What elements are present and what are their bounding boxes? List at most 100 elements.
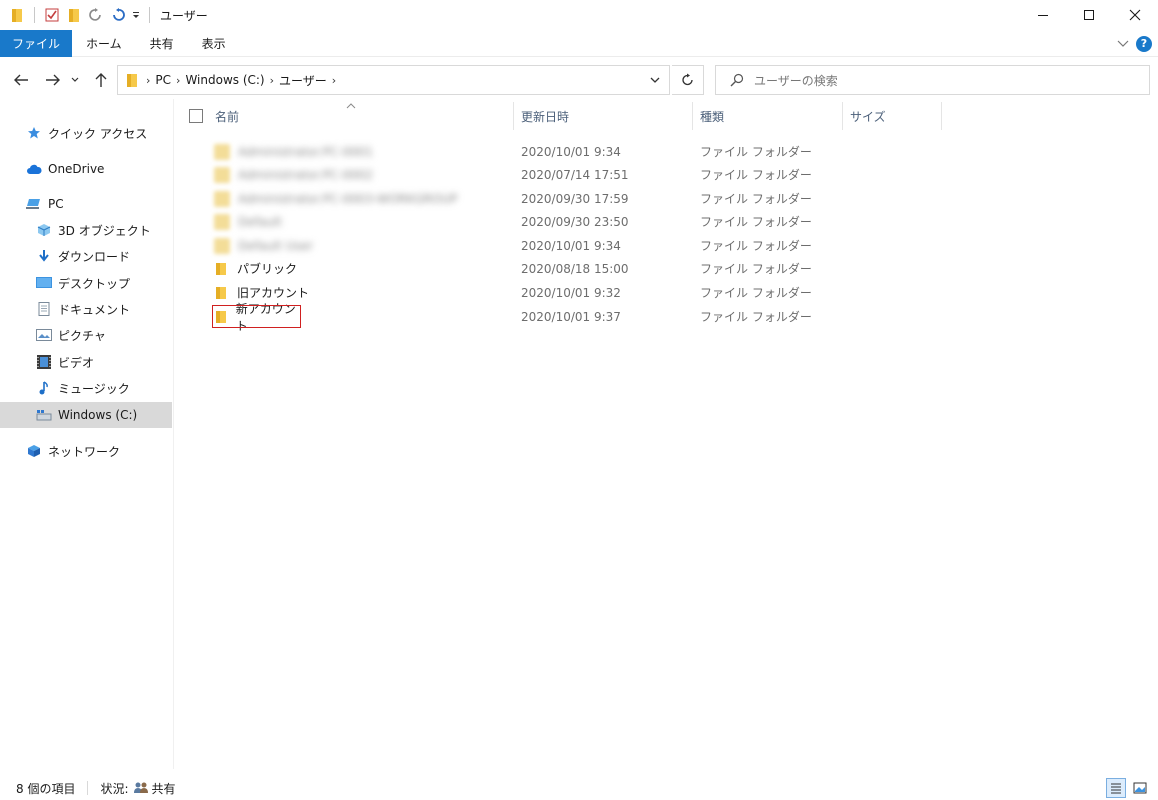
file-name: Administrator.PC-0002 [238,167,373,182]
view-toggle [1106,778,1150,798]
sidebar-item-label: ドキュメント [58,302,131,317]
help-button[interactable]: ? [1136,35,1152,52]
sidebar-item-label: ネットワーク [48,444,121,459]
breadcrumb-pc[interactable]: PC [150,73,176,87]
customize-toolbar-chevron-icon[interactable] [129,4,143,26]
redo-icon[interactable] [85,4,107,26]
tab-view[interactable]: 表示 [188,30,240,57]
breadcrumb-users[interactable]: ユーザー [274,72,332,89]
file-name: Default [238,214,282,229]
file-name: Administrator.PC-0003-WORKGROUP [238,191,458,206]
folder-icon [214,190,230,207]
up-button[interactable] [90,69,112,91]
undo-icon[interactable] [107,4,129,26]
table-row[interactable]: 新アカウント 2020/10/01 9:37 ファイル フォルダー [212,302,832,333]
address-bar[interactable]: › PC › Windows (C:) › ユーザー › [117,65,670,95]
sidebar-item-pictures[interactable]: ピクチャ [36,322,106,348]
column-header-modified[interactable]: 更新日時 [521,99,569,133]
file-name-cell[interactable]: Administrator.PC-0003-WORKGROUP [212,187,457,210]
sidebar-item-desktop[interactable]: デスクトップ [36,270,130,296]
column-header-name[interactable]: 名前 [215,99,239,133]
file-type: ファイル フォルダー [700,286,812,300]
sidebar-item-label: デスクトップ [58,276,131,291]
shared-users-icon [133,781,149,795]
column-header-size[interactable]: サイズ [850,99,886,133]
sidebar-item-videos[interactable]: ビデオ [36,349,94,375]
breadcrumb: › PC › Windows (C:) › ユーザー › [118,66,336,94]
file-name-cell[interactable]: Administrator.PC-0001 [212,140,373,163]
sidebar-item-windows-c[interactable]: Windows (C:) [0,402,172,428]
status-bar: 8 個の項目 状況: 共有 [0,776,1158,800]
sort-ascending-chevron-icon [346,99,356,109]
properties-check-icon[interactable] [41,4,63,26]
status-divider [87,781,89,795]
table-row[interactable]: Administrator.PC-0001 2020/10/01 9:34 ファ… [212,140,832,163]
file-name-cell[interactable]: Administrator.PC-0002 [212,163,373,186]
table-row[interactable]: Administrator.PC-0002 2020/07/14 17:51 フ… [212,163,832,186]
file-date: 2020/10/01 9:34 [521,238,621,253]
tab-share[interactable]: 共有 [136,30,188,57]
sidebar-item-pc[interactable]: PC [26,191,64,217]
file-name-cell[interactable]: Default [212,210,282,233]
address-dropdown-chevron-icon[interactable] [649,74,661,86]
minimize-button[interactable] [1020,0,1066,30]
refresh-button[interactable] [672,65,704,95]
tab-file[interactable]: ファイル [0,29,73,57]
ribbon-tabs: ファイル ホーム 共有 表示 ? [0,29,1158,57]
table-row[interactable]: パブリック 2020/08/18 15:00 ファイル フォルダー [212,257,832,280]
expand-ribbon-chevron-icon[interactable] [1116,37,1130,51]
column-divider[interactable] [842,102,843,130]
recent-locations-chevron-icon[interactable] [68,69,82,91]
table-row[interactable]: Default 2020/09/30 23:50 ファイル フォルダー [212,210,832,233]
sidebar-item-3d-objects[interactable]: 3D オブジェクト [36,217,151,243]
table-row[interactable]: Default User 2020/10/01 9:34 ファイル フォルダー [212,234,832,257]
folder-icon [214,143,230,160]
sidebar-item-network[interactable]: ネットワーク [26,438,120,464]
sidebar-item-label: ピクチャ [58,328,106,343]
file-name-cell[interactable]: 新アカウント [212,302,301,333]
file-type: ファイル フォルダー [700,310,812,324]
highlight-box [212,305,301,328]
desktop-icon [36,275,52,291]
breadcrumb-windows-c[interactable]: Windows (C:) [180,73,269,87]
select-all-checkbox[interactable] [189,109,203,123]
large-icons-view-button[interactable] [1130,778,1150,798]
forward-button[interactable] [42,69,64,91]
sidebar-item-quick-access[interactable]: クイック アクセス [26,120,147,146]
table-row[interactable]: Administrator.PC-0003-WORKGROUP 2020/09/… [212,187,832,210]
details-view-button[interactable] [1106,778,1126,798]
sidebar-item-music[interactable]: ミュージック [36,375,130,401]
file-date: 2020/10/01 9:32 [521,285,621,300]
search-box[interactable]: ユーザーの検索 [715,65,1150,95]
file-name-cell[interactable]: Default User [212,234,313,257]
column-header-type[interactable]: 種類 [700,99,724,133]
maximize-button[interactable] [1066,0,1112,30]
navigation-pane: クイック アクセス OneDrive PC 3D オブジェクト ダウンロード デ… [0,99,174,769]
sidebar-item-documents[interactable]: ドキュメント [36,296,130,322]
window-folder-icon[interactable] [6,4,28,26]
table-row[interactable]: 旧アカウント 2020/10/01 9:32 ファイル フォルダー [212,281,832,304]
back-button[interactable] [10,69,32,91]
column-divider[interactable] [692,102,693,130]
folder-icon [215,286,229,300]
share-state-value: 共有 [151,781,176,796]
computer-icon [26,196,42,212]
new-folder-icon[interactable] [63,4,85,26]
search-icon [730,73,744,87]
chevron-right-icon[interactable]: › [332,74,336,87]
network-icon [26,443,42,459]
close-button[interactable] [1112,0,1158,30]
tab-home[interactable]: ホーム [72,30,136,57]
sidebar-item-label: OneDrive [48,162,105,176]
column-divider[interactable] [513,102,514,130]
sidebar-item-label: 3D オブジェクト [58,223,151,238]
window-controls [1020,0,1158,30]
sidebar-item-onedrive[interactable]: OneDrive [26,156,104,182]
sidebar-item-label: PC [48,197,64,211]
column-divider[interactable] [941,102,942,130]
search-input[interactable]: ユーザーの検索 [754,72,838,89]
sidebar-item-downloads[interactable]: ダウンロード [36,243,130,269]
ribbon-right-controls: ? [1116,30,1152,57]
cube-icon [36,222,52,238]
file-name-cell[interactable]: パブリック [212,257,297,280]
